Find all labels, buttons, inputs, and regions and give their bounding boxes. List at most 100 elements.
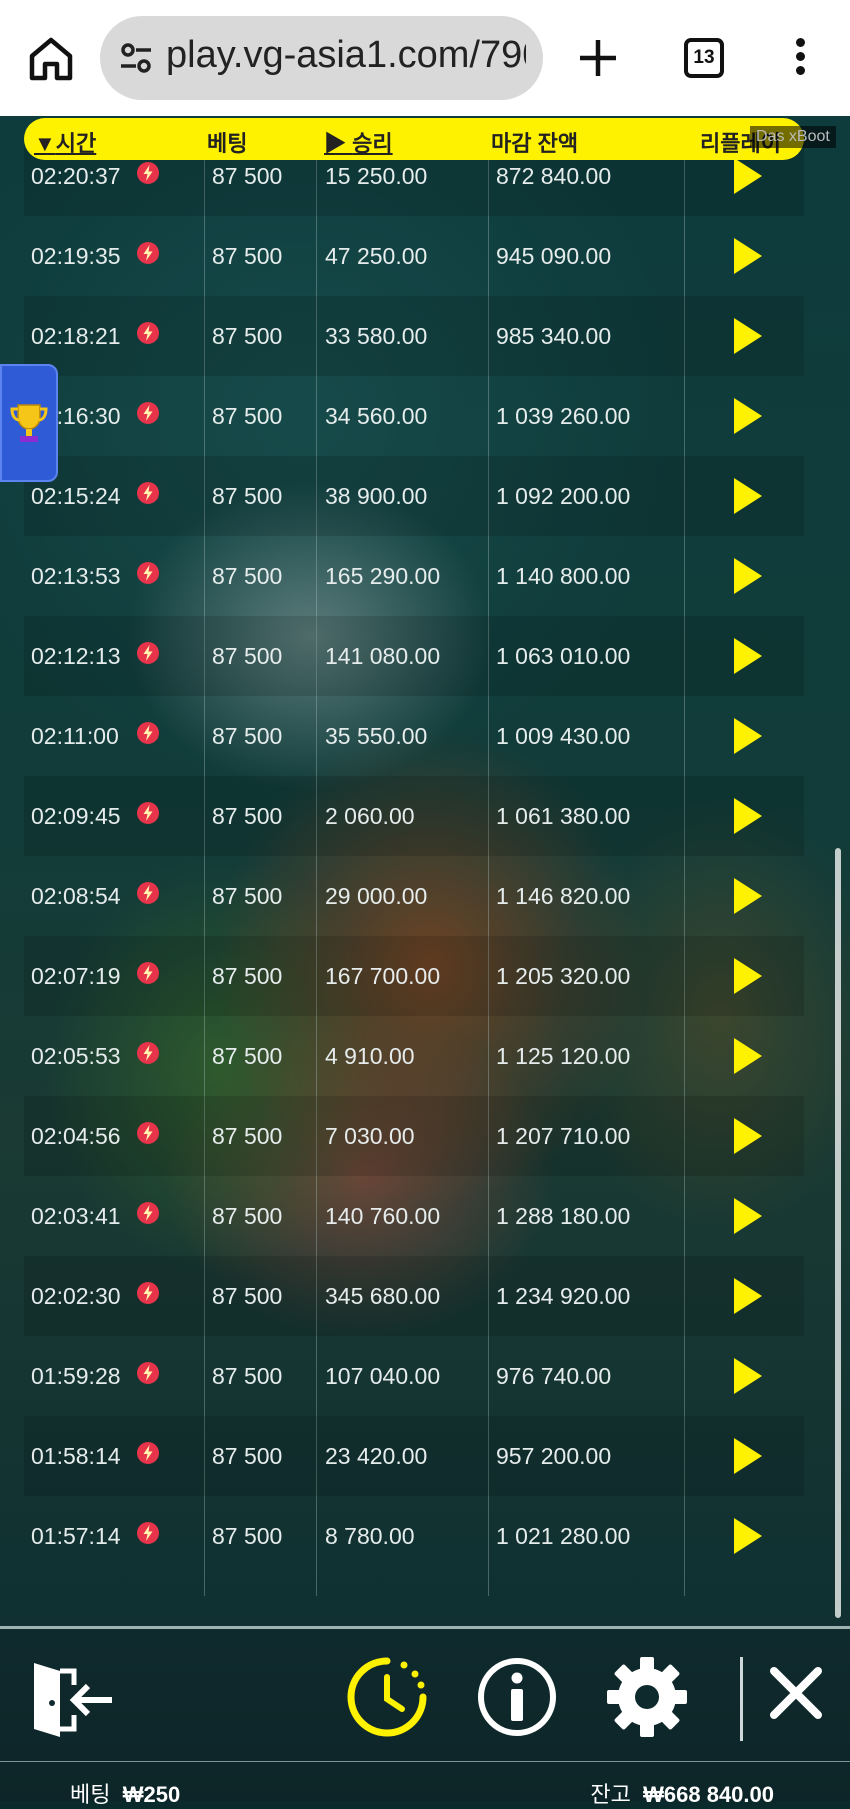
history-table: 02:20:37 87 500 15 250.00 872 840.00 02:19:3…: [24, 136, 804, 1596]
row-bet: 87 500: [212, 402, 283, 429]
balance-status: 잔고 ₩668 840.00: [590, 1777, 774, 1809]
row-bet: 87 500: [212, 242, 283, 269]
play-icon[interactable]: [732, 716, 764, 756]
play-icon[interactable]: [732, 1196, 764, 1236]
site-settings-icon[interactable]: [118, 40, 154, 76]
table-row: 02:11:00 87 500 35 550.00 1 009 430.00: [24, 696, 804, 776]
row-win: 23 420.00: [325, 1442, 428, 1469]
lightning-bolt-icon: [137, 962, 159, 984]
game-toolbar: 베팅 ₩250 잔고 ₩668 840.00: [0, 1626, 850, 1807]
play-icon[interactable]: [732, 1036, 764, 1076]
row-win: 15 250.00: [325, 162, 428, 189]
row-win: 107 040.00: [325, 1362, 441, 1389]
row-bet: 87 500: [212, 1042, 283, 1069]
table-row: 02:12:13 87 500 141 080.00 1 063 010.00: [24, 616, 804, 696]
row-win: 345 680.00: [325, 1282, 441, 1309]
trophy-icon: [10, 404, 48, 442]
clock-history-icon[interactable]: [344, 1653, 430, 1741]
lightning-bolt-icon: [137, 1282, 159, 1304]
lightning-bolt-icon: [137, 482, 159, 504]
table-row: 01:57:14 87 500 8 780.00 1 021 280.00: [24, 1496, 804, 1576]
play-icon[interactable]: [732, 956, 764, 996]
play-icon[interactable]: [732, 876, 764, 916]
row-bet: 87 500: [212, 1202, 283, 1229]
row-bet: 87 500: [212, 322, 283, 349]
row-balance: 1 039 260.00: [496, 402, 631, 429]
row-time: 01:58:14: [31, 1442, 121, 1469]
gear-icon[interactable]: [604, 1653, 690, 1741]
row-balance: 1 234 920.00: [496, 1282, 631, 1309]
row-bet: 87 500: [212, 1282, 283, 1309]
address-bar[interactable]: play.vg-asia1.com/790: [100, 16, 543, 100]
table-row: 01:59:28 87 500 107 040.00 976 740.00: [24, 1336, 804, 1416]
row-time: 01:59:28: [31, 1362, 121, 1389]
row-bet: 87 500: [212, 1442, 283, 1469]
play-icon[interactable]: [732, 556, 764, 596]
row-balance: 1 009 430.00: [496, 722, 631, 749]
row-balance: 985 340.00: [496, 322, 612, 349]
table-row: 01:58:14 87 500 23 420.00 957 200.00: [24, 1416, 804, 1496]
new-tab-icon[interactable]: [576, 36, 620, 80]
row-balance: 976 740.00: [496, 1362, 612, 1389]
row-time: 02:03:41: [31, 1202, 121, 1229]
play-icon[interactable]: [732, 1116, 764, 1156]
row-balance: 1 021 280.00: [496, 1522, 631, 1549]
lightning-bolt-icon: [137, 1442, 159, 1464]
balance-label: 잔고: [590, 1782, 631, 1807]
bet-status: 베팅 ₩250: [70, 1777, 180, 1809]
scrollbar[interactable]: [835, 848, 841, 1618]
row-bet: 87 500: [212, 882, 283, 909]
table-header: ▼시간 베팅 ▶ 승리 마감 잔액 리플레이: [24, 118, 804, 160]
play-icon[interactable]: [732, 156, 764, 196]
row-bet: 87 500: [212, 1122, 283, 1149]
watermark: Das xBoot: [750, 126, 836, 148]
info-icon[interactable]: [474, 1653, 560, 1741]
row-time: 02:19:35: [31, 242, 121, 269]
table-row: 02:18:21 87 500 33 580.00 985 340.00: [24, 296, 804, 376]
row-time: 02:15:24: [31, 482, 121, 509]
header-balance: 마감 잔액: [491, 131, 579, 156]
play-icon[interactable]: [732, 476, 764, 516]
trophy-tab[interactable]: [0, 364, 58, 482]
lightning-bolt-icon: [137, 802, 159, 824]
bet-label: 베팅: [70, 1782, 111, 1807]
play-icon[interactable]: [732, 636, 764, 676]
row-time: 02:02:30: [31, 1282, 121, 1309]
row-bet: 87 500: [212, 722, 283, 749]
play-icon[interactable]: [732, 396, 764, 436]
row-win: 34 560.00: [325, 402, 428, 429]
play-icon[interactable]: [732, 316, 764, 356]
header-win[interactable]: ▶ 승리: [324, 126, 393, 158]
lightning-bolt-icon: [137, 562, 159, 584]
play-icon[interactable]: [732, 1356, 764, 1396]
lightning-bolt-icon: [137, 242, 159, 264]
play-icon[interactable]: [732, 1436, 764, 1476]
row-bet: 87 500: [212, 162, 283, 189]
table-row: 02:13:53 87 500 165 290.00 1 140 800.00: [24, 536, 804, 616]
row-balance: 1 146 820.00: [496, 882, 631, 909]
table-row: 02:02:30 87 500 345 680.00 1 234 920.00: [24, 1256, 804, 1336]
play-icon[interactable]: [732, 1516, 764, 1556]
row-balance: 1 125 120.00: [496, 1042, 631, 1069]
balance-value: ₩668 840.00: [643, 1782, 774, 1807]
row-bet: 87 500: [212, 1522, 283, 1549]
home-icon[interactable]: [26, 34, 76, 84]
more-menu-icon[interactable]: [792, 38, 808, 80]
table-row: 02:09:45 87 500 2 060.00 1 061 380.00: [24, 776, 804, 856]
tab-switcher-button[interactable]: 13: [684, 38, 724, 78]
row-time: 02:09:45: [31, 802, 121, 829]
row-time: 02:11:00: [31, 722, 119, 749]
row-bet: 87 500: [212, 642, 283, 669]
row-win: 35 550.00: [325, 722, 428, 749]
exit-door-icon[interactable]: [30, 1659, 114, 1741]
lightning-bolt-icon: [137, 322, 159, 344]
lightning-bolt-icon: [137, 1202, 159, 1224]
play-icon[interactable]: [732, 236, 764, 276]
browser-toolbar: play.vg-asia1.com/790 13: [0, 0, 850, 116]
play-icon[interactable]: [732, 796, 764, 836]
row-balance: 1 063 010.00: [496, 642, 631, 669]
row-time: 02:04:56: [31, 1122, 121, 1149]
header-time[interactable]: ▼시간: [34, 126, 96, 158]
play-icon[interactable]: [732, 1276, 764, 1316]
close-icon[interactable]: [768, 1663, 824, 1723]
